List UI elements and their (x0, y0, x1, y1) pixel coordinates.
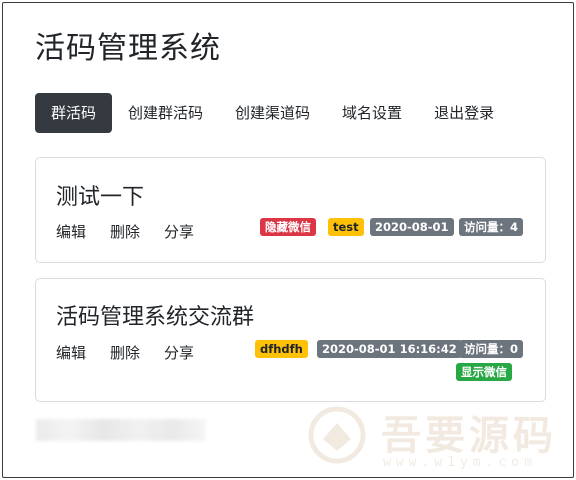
group-title: 测试一下 (56, 185, 145, 210)
tag-badge: dfhdfh (255, 340, 308, 358)
group-actions: 编辑 删除 分享 (56, 221, 218, 242)
edit-link[interactable]: 编辑 (56, 342, 86, 363)
watermark-text: 吾要源码 (381, 412, 557, 459)
visits-badge: 访问量：4 (459, 218, 524, 236)
nav-item-logout[interactable]: 退出登录 (418, 93, 510, 133)
delete-link[interactable]: 删除 (110, 342, 140, 363)
nav-item-create-channel-code[interactable]: 创建渠道码 (219, 93, 326, 133)
main-nav: 群活码 创建群活码 创建渠道码 域名设置 退出登录 (35, 93, 510, 133)
nav-item-domain-settings[interactable]: 域名设置 (326, 93, 418, 133)
blurred-footer-text (36, 419, 206, 441)
tag-badge: test (328, 218, 364, 236)
delete-link[interactable]: 删除 (110, 221, 140, 242)
edit-link[interactable]: 编辑 (56, 221, 86, 242)
watermark: 吾要源码 www.w1ym.com (303, 399, 573, 477)
nav-item-group-codes[interactable]: 群活码 (35, 93, 113, 133)
wechat-status-badge: 隐藏微信 (260, 218, 316, 236)
app-window: 活码管理系统 群活码 创建群活码 创建渠道码 域名设置 退出登录 测试一下 编辑… (2, 2, 574, 478)
share-link[interactable]: 分享 (164, 342, 194, 363)
watermark-logo-icon (308, 406, 366, 464)
share-link[interactable]: 分享 (164, 221, 194, 242)
group-actions: 编辑 删除 分享 (56, 342, 218, 363)
group-card: 活码管理系统交流群 编辑 删除 分享 dfhdfh 2020-08-01 16:… (35, 278, 546, 402)
app-title: 活码管理系统 (35, 31, 221, 66)
date-badge: 2020-08-01 (370, 218, 454, 236)
group-card: 测试一下 编辑 删除 分享 隐藏微信 test 2020-08-01 访问量：4 (35, 157, 546, 263)
group-title: 活码管理系统交流群 (56, 305, 255, 330)
visits-badge: 访问量：0 (459, 340, 524, 358)
wechat-status-badge: 显示微信 (456, 363, 512, 381)
date-badge: 2020-08-01 16:16:42 (317, 340, 462, 358)
watermark-url: www.w1ym.com (383, 455, 537, 470)
nav-item-create-group-code[interactable]: 创建群活码 (112, 93, 219, 133)
